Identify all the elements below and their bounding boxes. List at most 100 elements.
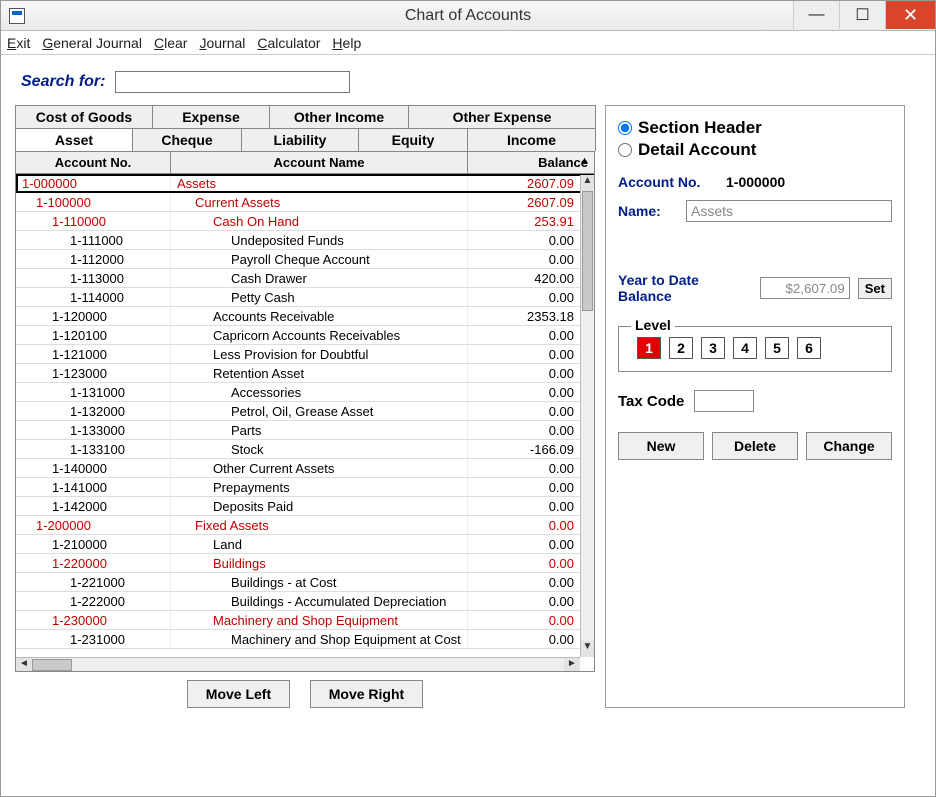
scroll-up-icon[interactable]: ▲ [581, 175, 594, 191]
cell-account-no: 1-133100 [16, 440, 171, 458]
table-row[interactable]: 1-121000Less Provision for Doubtful0.00 [16, 345, 594, 364]
vertical-scrollbar[interactable]: ▲ ▼ [580, 175, 594, 657]
menu-exit[interactable]: Exit [7, 35, 30, 51]
cell-account-no: 1-113000 [16, 269, 171, 287]
cell-balance: 0.00 [468, 231, 594, 249]
scroll-right-icon[interactable]: ► [564, 658, 580, 671]
tab-expense[interactable]: Expense [152, 105, 270, 128]
table-row[interactable]: 1-222000Buildings - Accumulated Deprecia… [16, 592, 594, 611]
tab-cost-of-goods[interactable]: Cost of Goods [15, 105, 153, 128]
cell-account-name: Accounts Receivable [171, 307, 468, 325]
name-input[interactable] [686, 200, 892, 222]
search-input[interactable] [115, 71, 350, 93]
set-button[interactable]: Set [858, 278, 892, 299]
cell-account-no: 1-120000 [16, 307, 171, 325]
table-row[interactable]: 1-120100Capricorn Accounts Receivables0.… [16, 326, 594, 345]
cell-balance: 2353.18 [468, 307, 594, 325]
table-row[interactable]: 1-200000Fixed Assets0.00 [16, 516, 594, 535]
change-button[interactable]: Change [806, 432, 892, 460]
cell-balance: 0.00 [468, 402, 594, 420]
cell-account-no: 1-141000 [16, 478, 171, 496]
table-row[interactable]: 1-120000Accounts Receivable2353.18 [16, 307, 594, 326]
move-left-button[interactable]: Move Left [187, 680, 290, 708]
tax-code-input[interactable] [694, 390, 754, 412]
delete-button[interactable]: Delete [712, 432, 798, 460]
tab-cheque[interactable]: Cheque [132, 128, 242, 151]
table-row[interactable]: 1-123000Retention Asset0.00 [16, 364, 594, 383]
label-ytd: Year to Date Balance [618, 272, 752, 304]
table-row[interactable]: 1-140000Other Current Assets0.00 [16, 459, 594, 478]
search-label: Search for: [21, 73, 105, 91]
table-row[interactable]: 1-111000Undeposited Funds0.00 [16, 231, 594, 250]
cell-account-no: 1-110000 [16, 212, 171, 230]
new-button[interactable]: New [618, 432, 704, 460]
tab-equity[interactable]: Equity [358, 128, 468, 151]
scroll-thumb[interactable] [582, 191, 593, 311]
level-1[interactable]: 1 [637, 337, 661, 359]
ytd-input[interactable] [760, 277, 850, 299]
tab-income[interactable]: Income [467, 128, 596, 151]
cell-balance: 0.00 [468, 478, 594, 496]
table-row[interactable]: 1-132000Petrol, Oil, Grease Asset0.00 [16, 402, 594, 421]
hscroll-thumb[interactable] [32, 659, 72, 671]
table-row[interactable]: 1-230000Machinery and Shop Equipment0.00 [16, 611, 594, 630]
scroll-down-icon[interactable]: ▼ [581, 641, 594, 657]
accounts-table: Account No. Account Name Balance▲ 1-0000… [15, 152, 595, 672]
cell-balance: 0.00 [468, 326, 594, 344]
cell-account-no: 1-142000 [16, 497, 171, 515]
close-button[interactable]: ✕ [885, 1, 935, 29]
table-row[interactable]: 1-113000Cash Drawer420.00 [16, 269, 594, 288]
menu-help[interactable]: Help [332, 35, 361, 51]
cell-balance: 0.00 [468, 554, 594, 572]
cell-balance: 0.00 [468, 535, 594, 553]
cell-account-name: Capricorn Accounts Receivables [171, 326, 468, 344]
table-row[interactable]: 1-220000Buildings0.00 [16, 554, 594, 573]
radio-section-header[interactable] [618, 121, 632, 135]
table-row[interactable]: 1-231000Machinery and Shop Equipment at … [16, 630, 594, 649]
move-right-button[interactable]: Move Right [310, 680, 423, 708]
level-4[interactable]: 4 [733, 337, 757, 359]
tab-asset[interactable]: Asset [15, 128, 133, 151]
col-balance[interactable]: Balance▲ [468, 152, 594, 173]
cell-account-name: Machinery and Shop Equipment [171, 611, 468, 629]
cell-balance: 0.00 [468, 592, 594, 610]
menu-bar: Exit General Journal Clear Journal Calcu… [1, 31, 935, 55]
level-6[interactable]: 6 [797, 337, 821, 359]
level-3[interactable]: 3 [701, 337, 725, 359]
menu-calculator[interactable]: Calculator [257, 35, 320, 51]
table-row[interactable]: 1-100000Current Assets2607.09 [16, 193, 594, 212]
cell-balance: 2607.09 [468, 193, 594, 211]
cell-balance: 0.00 [468, 364, 594, 382]
radio-detail-account[interactable] [618, 143, 632, 157]
horizontal-scrollbar[interactable]: ◄ ► [16, 657, 580, 671]
table-row[interactable]: 1-133100Stock-166.09 [16, 440, 594, 459]
sort-up-icon: ▲ [579, 155, 590, 167]
table-row[interactable]: 1-000000Assets2607.09 [16, 174, 594, 193]
cell-account-name: Accessories [171, 383, 468, 401]
table-row[interactable]: 1-221000Buildings - at Cost0.00 [16, 573, 594, 592]
tab-liability[interactable]: Liability [241, 128, 359, 151]
table-row[interactable]: 1-112000Payroll Cheque Account0.00 [16, 250, 594, 269]
level-2[interactable]: 2 [669, 337, 693, 359]
tab-other-income[interactable]: Other Income [269, 105, 409, 128]
menu-clear[interactable]: Clear [154, 35, 187, 51]
maximize-button[interactable]: ☐ [839, 1, 885, 29]
table-row[interactable]: 1-142000Deposits Paid0.00 [16, 497, 594, 516]
cell-account-no: 1-221000 [16, 573, 171, 591]
table-row[interactable]: 1-114000Petty Cash0.00 [16, 288, 594, 307]
scroll-left-icon[interactable]: ◄ [16, 658, 32, 671]
col-account-no[interactable]: Account No. [16, 152, 171, 173]
menu-general-journal[interactable]: General Journal [42, 35, 142, 51]
tab-other-expense[interactable]: Other Expense [408, 105, 596, 128]
table-row[interactable]: 1-133000Parts0.00 [16, 421, 594, 440]
cell-balance: 0.00 [468, 459, 594, 477]
level-5[interactable]: 5 [765, 337, 789, 359]
col-account-name[interactable]: Account Name [171, 152, 468, 173]
minimize-button[interactable]: — [793, 1, 839, 29]
table-row[interactable]: 1-210000Land0.00 [16, 535, 594, 554]
menu-journal[interactable]: Journal [199, 35, 245, 51]
cell-account-no: 1-121000 [16, 345, 171, 363]
table-row[interactable]: 1-110000Cash On Hand253.91 [16, 212, 594, 231]
table-row[interactable]: 1-131000Accessories0.00 [16, 383, 594, 402]
table-row[interactable]: 1-141000Prepayments0.00 [16, 478, 594, 497]
